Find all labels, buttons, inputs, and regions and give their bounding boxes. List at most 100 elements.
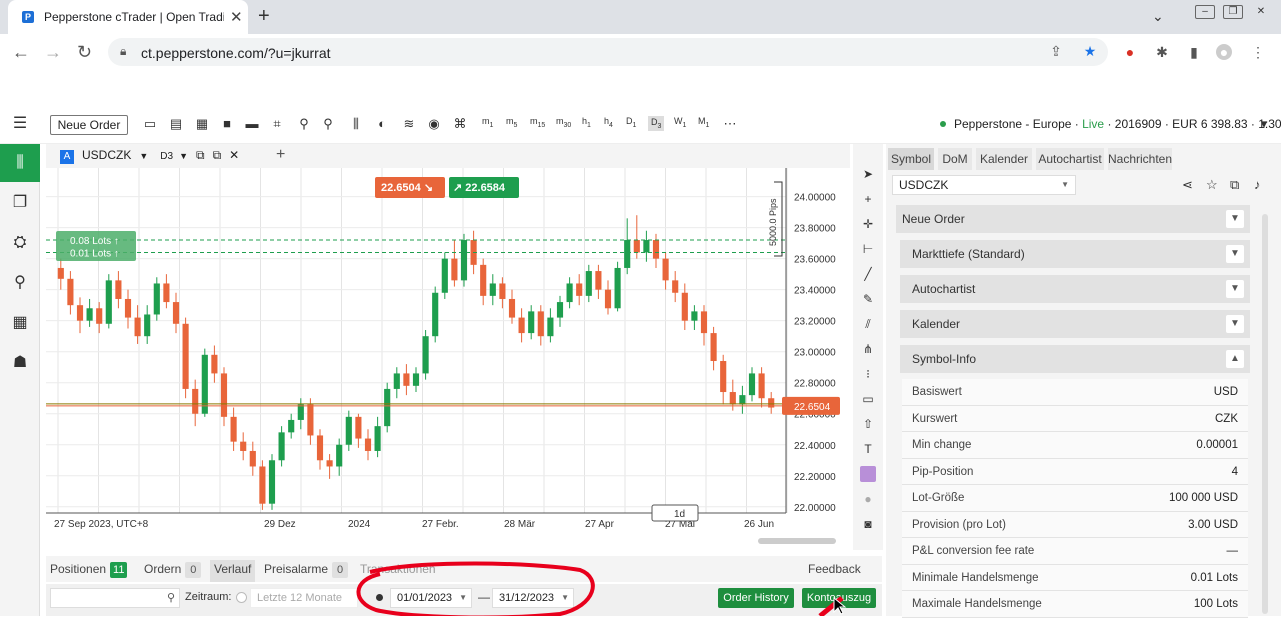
extension-red-icon[interactable]: ● xyxy=(1122,44,1138,60)
chart-type-icon[interactable]: ⌘ xyxy=(452,116,468,132)
alert-bell-icon[interactable]: ♪ xyxy=(1254,177,1261,192)
extensions-puzzle-icon[interactable]: ✱ xyxy=(1154,44,1170,60)
symbol-select[interactable]: USDCZK ▼ xyxy=(892,175,1076,195)
grid-layout-icon[interactable]: ▦ xyxy=(194,116,210,132)
chart-settings-icon[interactable]: ⌗ xyxy=(269,116,285,132)
tf-m1[interactable]: m1 xyxy=(482,116,493,129)
tab-nachrichten[interactable]: Nachrichten xyxy=(1108,148,1172,170)
section-kalender[interactable]: Kalender ▼ xyxy=(900,310,1250,338)
section-autochartist[interactable]: Autochartist ▼ xyxy=(900,275,1250,303)
period-chevron-icon[interactable]: ▼ xyxy=(179,151,188,161)
tab-ordern[interactable]: Ordern 0 xyxy=(140,560,205,582)
hamburger-menu-icon[interactable]: ☰ xyxy=(12,116,28,132)
indicators-icon[interactable]: ◐ xyxy=(374,116,390,132)
zoom-in-icon[interactable]: ⚲ xyxy=(320,116,336,132)
cursor-icon[interactable]: ➤ xyxy=(860,166,876,182)
measure-icon[interactable]: ⊢ xyxy=(860,241,876,257)
layers-icon[interactable]: ≋ xyxy=(401,116,417,132)
account-info[interactable]: Pepperstone - Europe · Live · 2016909 · … xyxy=(940,117,1281,131)
chart-tab-usdczk[interactable]: A USDCZK ▼ D3 ▼ ⧉ ⧉ ✕ xyxy=(60,148,239,166)
chart-svg[interactable]: 24.00000 23.80000 23.60000 23.40000 23.20000… xyxy=(46,168,850,550)
tf-m5[interactable]: m5 xyxy=(506,116,517,129)
reload-icon[interactable]: ↻ xyxy=(77,42,92,63)
candles-icon[interactable]: ⫼ xyxy=(348,116,364,132)
dashboard-icon[interactable]: ▦ xyxy=(0,304,40,342)
more-icon[interactable]: ⋯ xyxy=(722,116,738,132)
section-symbol-info[interactable]: Symbol-Info ▲ xyxy=(900,345,1250,373)
arrow-icon[interactable]: ⇧ xyxy=(860,416,876,432)
chart-icon[interactable]: ⧉ xyxy=(1230,177,1239,193)
minimize-icon[interactable]: – xyxy=(1195,5,1215,19)
tf-m30[interactable]: m30 xyxy=(556,116,571,129)
tab-preisalarme[interactable]: Preisalarme 0 xyxy=(260,560,352,582)
fibonacci-icon[interactable]: ⁝ xyxy=(860,366,876,382)
tab-positionen[interactable]: Positionen 11 xyxy=(46,560,131,582)
close-tab-icon[interactable]: ✕ xyxy=(230,8,243,26)
tab-autochartist[interactable]: Autochartist xyxy=(1036,148,1104,170)
add-chart-icon[interactable]: + xyxy=(276,146,285,164)
close-window-icon[interactable]: ✕ xyxy=(1251,6,1271,20)
tf-d3-active[interactable]: D3 xyxy=(648,116,665,131)
crosshair-icon[interactable]: + xyxy=(860,191,876,207)
right-panel-scrollbar[interactable] xyxy=(1262,214,1268,614)
tf-h1[interactable]: h1 xyxy=(582,116,591,129)
sidepanel-icon[interactable]: ▮ xyxy=(1186,44,1202,60)
dropdown-chevron-icon[interactable]: ▼ xyxy=(139,151,148,161)
section-markttiefe[interactable]: Markttiefe (Standard) ▼ xyxy=(900,240,1250,268)
chart-options-icon[interactable]: ⧉ xyxy=(196,148,205,162)
eye-icon[interactable]: ◉ xyxy=(426,116,442,132)
restore-icon[interactable]: ❐ xyxy=(1223,5,1243,19)
channel-icon[interactable]: ⫽ xyxy=(860,316,876,332)
tab-kalender[interactable]: Kalender xyxy=(976,148,1032,170)
forward-icon[interactable]: → xyxy=(44,42,62,63)
back-icon[interactable]: ← xyxy=(12,42,30,63)
new-order-button[interactable]: Neue Order xyxy=(50,115,128,135)
camera-icon[interactable]: ◙ xyxy=(860,516,876,532)
split-layout-icon[interactable]: ▬ xyxy=(244,116,260,132)
tab-dom[interactable]: DoM xyxy=(938,148,972,170)
rectangle-icon[interactable]: ▭ xyxy=(860,391,876,407)
browser-menu-icon[interactable]: ⋮ xyxy=(1250,44,1266,60)
detach-icon[interactable]: ⧉ xyxy=(213,148,222,162)
tab-verlauf[interactable]: Verlauf xyxy=(210,560,256,582)
date-from-select[interactable]: 01/01/2023 ▼ xyxy=(390,588,472,608)
preset-select[interactable]: Letzte 12 Monate xyxy=(250,588,358,608)
automate-icon[interactable]: ⛭ xyxy=(0,224,40,262)
account-dropdown-icon[interactable]: ▾ xyxy=(1256,116,1272,132)
trendline-icon[interactable]: ╱ xyxy=(860,266,876,282)
price-chart[interactable]: 24.00000 23.80000 23.60000 23.40000 23.20000… xyxy=(46,168,850,550)
tab-transaktionen[interactable]: Transaktionen xyxy=(356,560,440,582)
close-chart-icon[interactable]: ✕ xyxy=(229,148,239,162)
share-symbol-icon[interactable]: ⋖ xyxy=(1182,177,1193,193)
tf-d1[interactable]: D1 xyxy=(626,116,636,129)
share-icon[interactable]: ⇪ xyxy=(1048,43,1064,59)
bookmark-star-icon[interactable]: ★ xyxy=(1082,43,1098,59)
crosshair2-icon[interactable]: ✛ xyxy=(860,216,876,232)
preset-radio[interactable] xyxy=(236,592,247,603)
pitchfork-icon[interactable]: ⋔ xyxy=(860,341,876,357)
community-icon[interactable]: ☗ xyxy=(0,344,40,382)
tf-m15[interactable]: m15 xyxy=(530,116,545,129)
layout-icon[interactable]: ▤ xyxy=(168,116,184,132)
pencil-icon[interactable]: ✎ xyxy=(860,291,876,307)
opacity-icon[interactable]: ● xyxy=(860,491,876,507)
order-history-button[interactable]: Order History xyxy=(718,588,794,608)
feedback-link[interactable]: Feedback xyxy=(804,560,865,582)
single-layout-icon[interactable]: ■ xyxy=(219,116,235,132)
favorite-star-icon[interactable]: ☆ xyxy=(1206,177,1218,193)
chart-mode-icon[interactable]: ▭ xyxy=(142,116,158,132)
statement-button[interactable]: Kontoauszug xyxy=(802,588,876,608)
date-to-select[interactable]: 31/12/2023 ▼ xyxy=(492,588,574,608)
text-icon[interactable]: T xyxy=(860,441,876,457)
url-field[interactable]: 🔒︎ ct.pepperstone.com/?u=jkurrat ⇪ ★ xyxy=(108,38,1108,66)
new-tab-icon[interactable]: + xyxy=(258,5,270,28)
tf-h4[interactable]: h4 xyxy=(604,116,613,129)
custom-range-radio[interactable] xyxy=(376,594,383,601)
tf-mn1[interactable]: M1 xyxy=(698,116,709,129)
tf-w1[interactable]: W1 xyxy=(674,116,686,129)
profile-avatar-icon[interactable]: ● xyxy=(1216,44,1232,60)
tab-search-chevron-icon[interactable]: ⌄ xyxy=(1152,8,1164,25)
analyze-icon[interactable]: ⚲ xyxy=(0,264,40,302)
browser-tab[interactable]: P Pepperstone cTrader | Open Trading ✕ xyxy=(8,0,248,34)
history-search-input[interactable]: ⚲ xyxy=(50,588,180,608)
